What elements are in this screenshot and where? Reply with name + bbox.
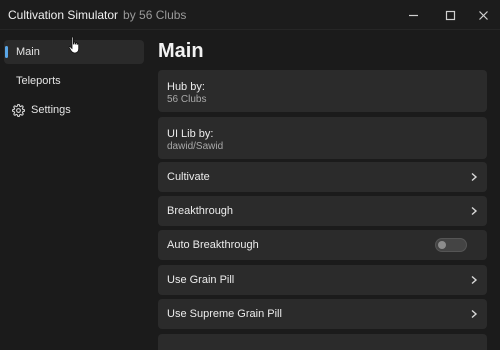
sidebar-item-label: Main [16, 46, 40, 58]
info-card-hub: Hub by: 56 Clubs [158, 70, 487, 112]
row-label: Use Grain Pill [167, 274, 235, 286]
sidebar-item-label: Settings [31, 104, 71, 116]
maximize-icon [445, 10, 455, 20]
window-title: Cultivation Simulator [8, 7, 119, 22]
minimize-button[interactable] [404, 6, 422, 24]
sidebar-item-settings[interactable]: Settings [4, 98, 144, 122]
chevron-right-icon [471, 206, 478, 216]
active-indicator [5, 46, 8, 58]
page-title: Main [158, 40, 204, 62]
info-card-value: 56 Clubs [167, 94, 207, 105]
info-card-ui-lib: UI Lib by: dawid/Sawid [158, 117, 487, 159]
toggle-knob [438, 241, 446, 249]
main-panel: Main Hub by: 56 Clubs UI Lib by: dawid/S… [150, 30, 500, 350]
sidebar-item-label: Teleports [16, 75, 61, 87]
chevron-right-icon [471, 172, 478, 182]
chevron-right-icon [471, 275, 478, 285]
info-card-value: dawid/Sawid [167, 141, 224, 152]
row-label: Cultivate [167, 171, 210, 183]
minimize-icon [408, 14, 418, 16]
cultivate-button[interactable]: Cultivate [158, 162, 487, 192]
use-supreme-grain-pill-button[interactable]: Use Supreme Grain Pill [158, 299, 487, 329]
info-card-title: UI Lib by: [167, 128, 214, 140]
row-label: Breakthrough [167, 205, 234, 217]
auto-breakthrough-toggle[interactable] [435, 238, 467, 252]
next-row-partial[interactable] [158, 334, 487, 350]
use-grain-pill-button[interactable]: Use Grain Pill [158, 265, 487, 295]
row-label: Use Supreme Grain Pill [167, 308, 282, 320]
close-icon [478, 10, 488, 20]
maximize-button[interactable] [441, 6, 459, 24]
auto-breakthrough-toggle-row[interactable]: Auto Breakthrough [158, 230, 487, 260]
info-card-title: Hub by: [167, 81, 205, 93]
sidebar-item-teleports[interactable]: Teleports [4, 69, 144, 93]
breakthrough-button[interactable]: Breakthrough [158, 196, 487, 226]
mouse-cursor-icon [68, 36, 80, 54]
gear-icon [12, 103, 25, 117]
title-bar: Cultivation Simulator by 56 Clubs [0, 0, 500, 30]
close-button[interactable] [474, 6, 492, 24]
chevron-right-icon [471, 309, 478, 319]
row-label: Auto Breakthrough [167, 239, 259, 251]
window-subtitle: by 56 Clubs [123, 7, 187, 22]
sidebar: Main Teleports Settings [0, 30, 150, 350]
